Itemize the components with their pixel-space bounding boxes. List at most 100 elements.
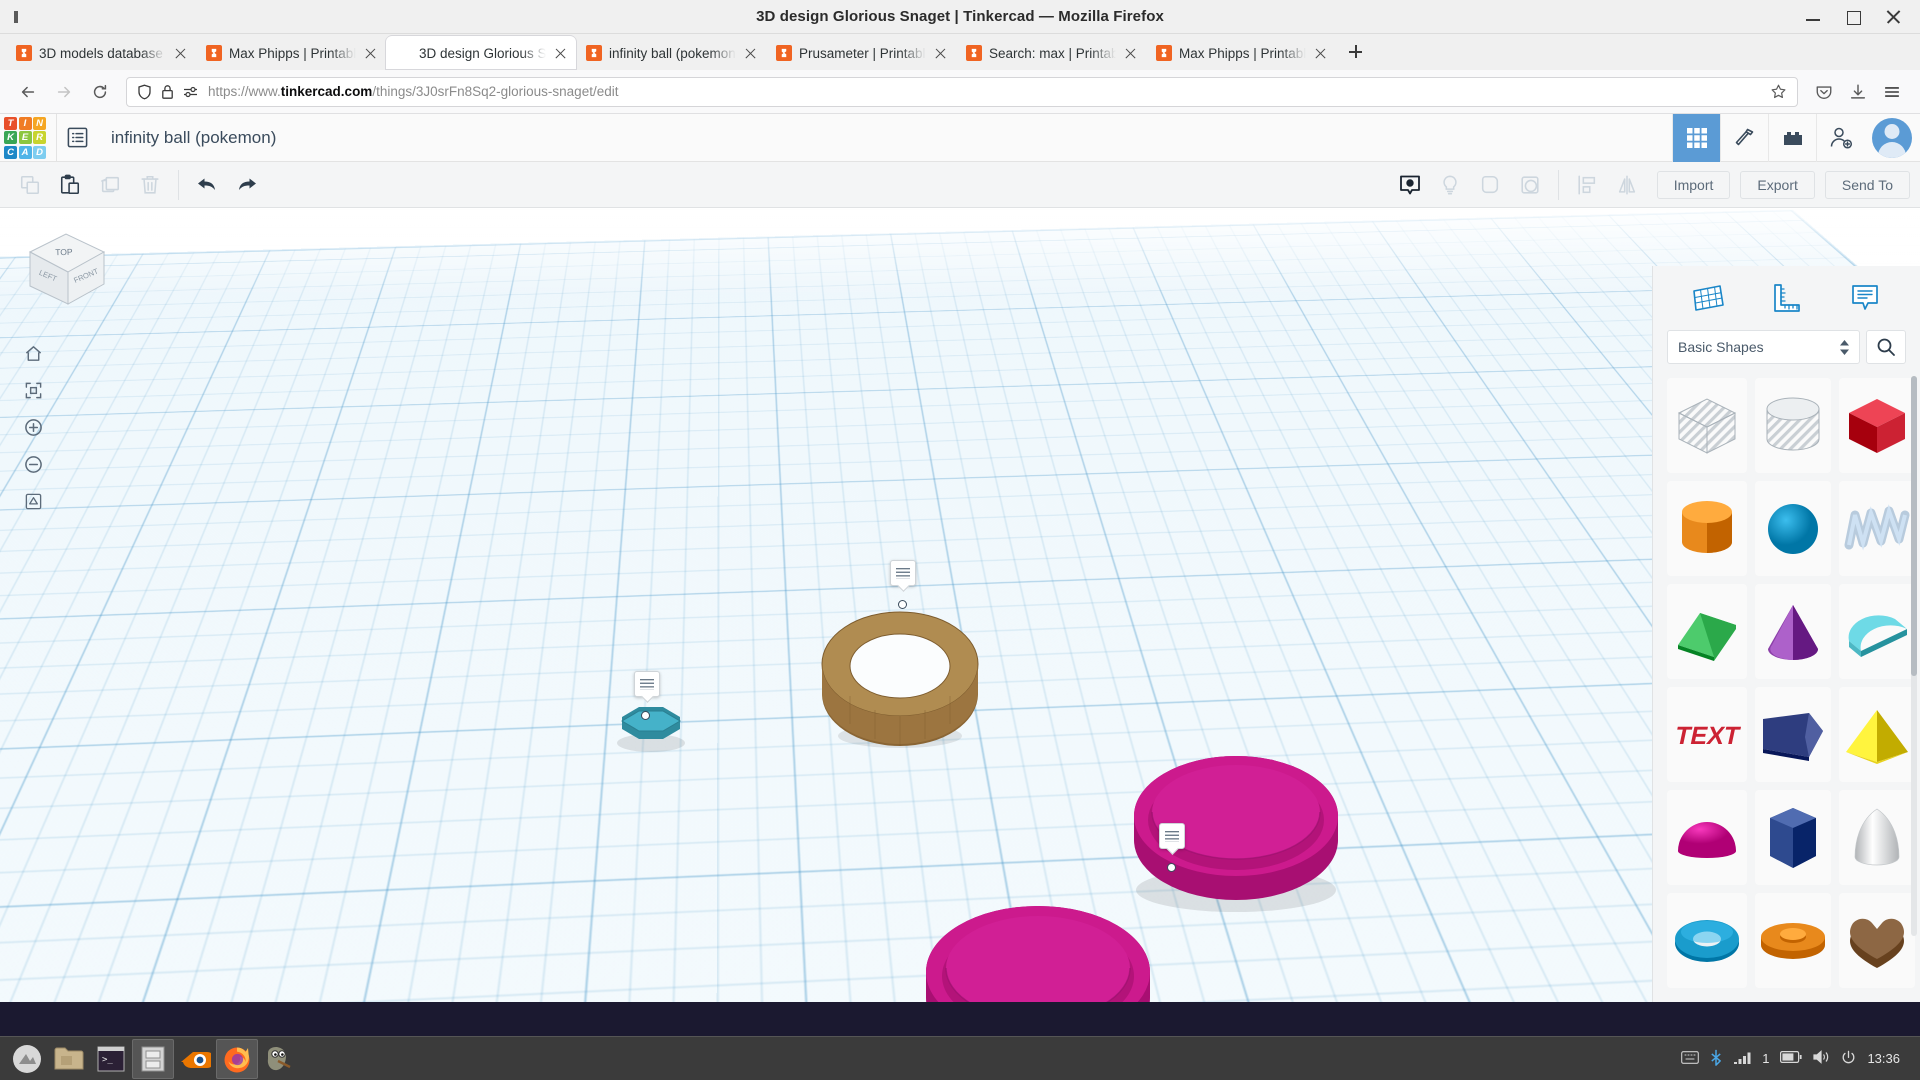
grid-icon[interactable] (1672, 113, 1720, 162)
notes-icon[interactable] (1390, 165, 1430, 205)
files-icon[interactable] (48, 1039, 90, 1079)
tab-close-icon[interactable] (173, 46, 188, 61)
paste-icon[interactable] (50, 165, 90, 205)
project-list-icon[interactable] (57, 118, 97, 158)
shape-scribble[interactable] (1839, 481, 1915, 576)
power-icon[interactable] (1841, 1050, 1856, 1068)
tab-close-icon[interactable] (1313, 46, 1328, 61)
shape-torus[interactable] (1667, 893, 1747, 988)
delete-icon[interactable] (130, 165, 170, 205)
shape-heart[interactable] (1839, 893, 1915, 988)
firefox-icon[interactable] (216, 1038, 258, 1079)
clock[interactable]: 13:36 (1867, 1051, 1900, 1066)
view-cube[interactable]: TOP LEFT FRONT (18, 226, 114, 316)
volume-icon[interactable] (1813, 1050, 1830, 1067)
object-magenta-bowl-left[interactable] (920, 896, 1160, 1010)
import-button[interactable]: Import (1656, 170, 1731, 199)
shape-tube[interactable] (1755, 893, 1831, 988)
ubuntu-icon[interactable] (6, 1039, 48, 1079)
shape-cylinder[interactable] (1667, 481, 1747, 576)
mirror-icon[interactable] (1607, 165, 1647, 205)
shape-half-sphere[interactable] (1667, 790, 1747, 885)
battery-icon[interactable] (1780, 1051, 1803, 1066)
object-tag-bronze-ring[interactable] (890, 560, 916, 586)
back-icon[interactable] (12, 76, 44, 108)
gimp-icon[interactable] (258, 1039, 300, 1079)
shape-cylinder-hole[interactable] (1755, 378, 1831, 473)
tab-close-icon[interactable] (743, 46, 758, 61)
object-tag-magenta-bowl-right[interactable] (1159, 823, 1185, 849)
blender-icon[interactable] (174, 1039, 216, 1079)
menu-icon[interactable] (1876, 76, 1908, 108)
shape-sphere[interactable] (1755, 481, 1831, 576)
keyboard-icon[interactable] (1681, 1050, 1700, 1067)
copy-icon[interactable] (10, 165, 50, 205)
tab-close-icon[interactable] (933, 46, 948, 61)
maximize-button[interactable] (1846, 10, 1861, 25)
hammer-icon[interactable] (1720, 113, 1768, 162)
forward-icon[interactable] (48, 76, 80, 108)
home-view-icon[interactable] (18, 338, 48, 368)
browser-tab-0[interactable]: 3D models database | Printa (6, 36, 196, 70)
shape-wedge[interactable] (1755, 687, 1831, 782)
duplicate-icon[interactable] (90, 165, 130, 205)
shape-category-select[interactable]: Basic Shapes (1667, 330, 1860, 364)
url-bar[interactable]: https://www.tinkercad.com/things/3J0srFn… (126, 76, 1798, 107)
blocks-icon[interactable] (1768, 113, 1816, 162)
group-icon[interactable] (1470, 165, 1510, 205)
align-icon[interactable] (1567, 165, 1607, 205)
search-button[interactable] (1866, 330, 1906, 364)
object-handle-bronze-ring[interactable] (898, 600, 907, 609)
shape-box-hole[interactable] (1667, 378, 1747, 473)
tinkercad-logo[interactable]: TIN KER CAD (4, 116, 46, 159)
object-handle-teal-octagon[interactable] (641, 711, 650, 720)
add-user-icon[interactable] (1816, 113, 1864, 162)
shape-text[interactable]: TEXT (1667, 687, 1747, 782)
browser-tab-4[interactable]: Prusameter | Printables.com (766, 36, 956, 70)
browser-tab-5[interactable]: Search: max | Printables.com (956, 36, 1146, 70)
ortho-view-icon[interactable] (18, 486, 48, 516)
shape-roof[interactable] (1667, 584, 1747, 679)
object-tag-teal-octagon[interactable] (634, 671, 660, 697)
zoom-in-icon[interactable] (18, 412, 48, 442)
browser-tab-1[interactable]: Max Phipps | Printables.com (196, 36, 386, 70)
ruler-icon[interactable] (1764, 276, 1808, 320)
shape-paraboloid[interactable] (1839, 790, 1915, 885)
tab-close-icon[interactable] (553, 46, 568, 61)
object-teal-octagon[interactable] (610, 693, 692, 760)
redo-icon[interactable] (227, 165, 267, 205)
close-window-button[interactable] (1886, 10, 1900, 24)
pocket-icon[interactable] (1808, 76, 1840, 108)
note-icon[interactable] (1843, 276, 1887, 320)
panel-scrollbar-thumb[interactable] (1911, 376, 1917, 676)
browser-tab-3[interactable]: infinity ball (pokemon) : Edit (576, 36, 766, 70)
object-bronze-ring[interactable] (815, 586, 980, 756)
shape-round-roof[interactable] (1839, 584, 1915, 679)
design-title[interactable]: infinity ball (pokemon) (111, 128, 276, 148)
shape-box[interactable] (1839, 378, 1915, 473)
export-button[interactable]: Export (1740, 170, 1815, 199)
network-icon[interactable] (1733, 1051, 1751, 1067)
minimize-button[interactable] (1806, 10, 1820, 24)
3d-canvas[interactable]: TOP LEFT FRONT (0, 208, 1920, 1010)
workplane-icon[interactable] (1686, 276, 1730, 320)
object-handle-magenta-bowl-right[interactable] (1167, 863, 1176, 872)
user-avatar-button[interactable] (1864, 114, 1920, 162)
archive-icon[interactable] (132, 1038, 174, 1079)
new-tab-button[interactable] (1340, 37, 1370, 67)
tab-close-icon[interactable] (1123, 46, 1138, 61)
terminal-icon[interactable]: >_ (90, 1039, 132, 1079)
downloads-icon[interactable] (1842, 76, 1874, 108)
shape-hexagonal-prism[interactable] (1755, 790, 1831, 885)
light-icon[interactable] (1430, 165, 1470, 205)
zoom-out-icon[interactable] (18, 449, 48, 479)
send-to-button[interactable]: Send To (1824, 170, 1910, 199)
ungroup-icon[interactable] (1510, 165, 1550, 205)
tab-close-icon[interactable] (363, 46, 378, 61)
browser-tab-6[interactable]: Max Phipps | Printables.com (1146, 36, 1336, 70)
shape-cone[interactable] (1755, 584, 1831, 679)
bluetooth-icon[interactable] (1710, 1049, 1722, 1069)
fit-view-icon[interactable] (18, 375, 48, 405)
undo-icon[interactable] (187, 165, 227, 205)
reload-icon[interactable] (84, 76, 116, 108)
